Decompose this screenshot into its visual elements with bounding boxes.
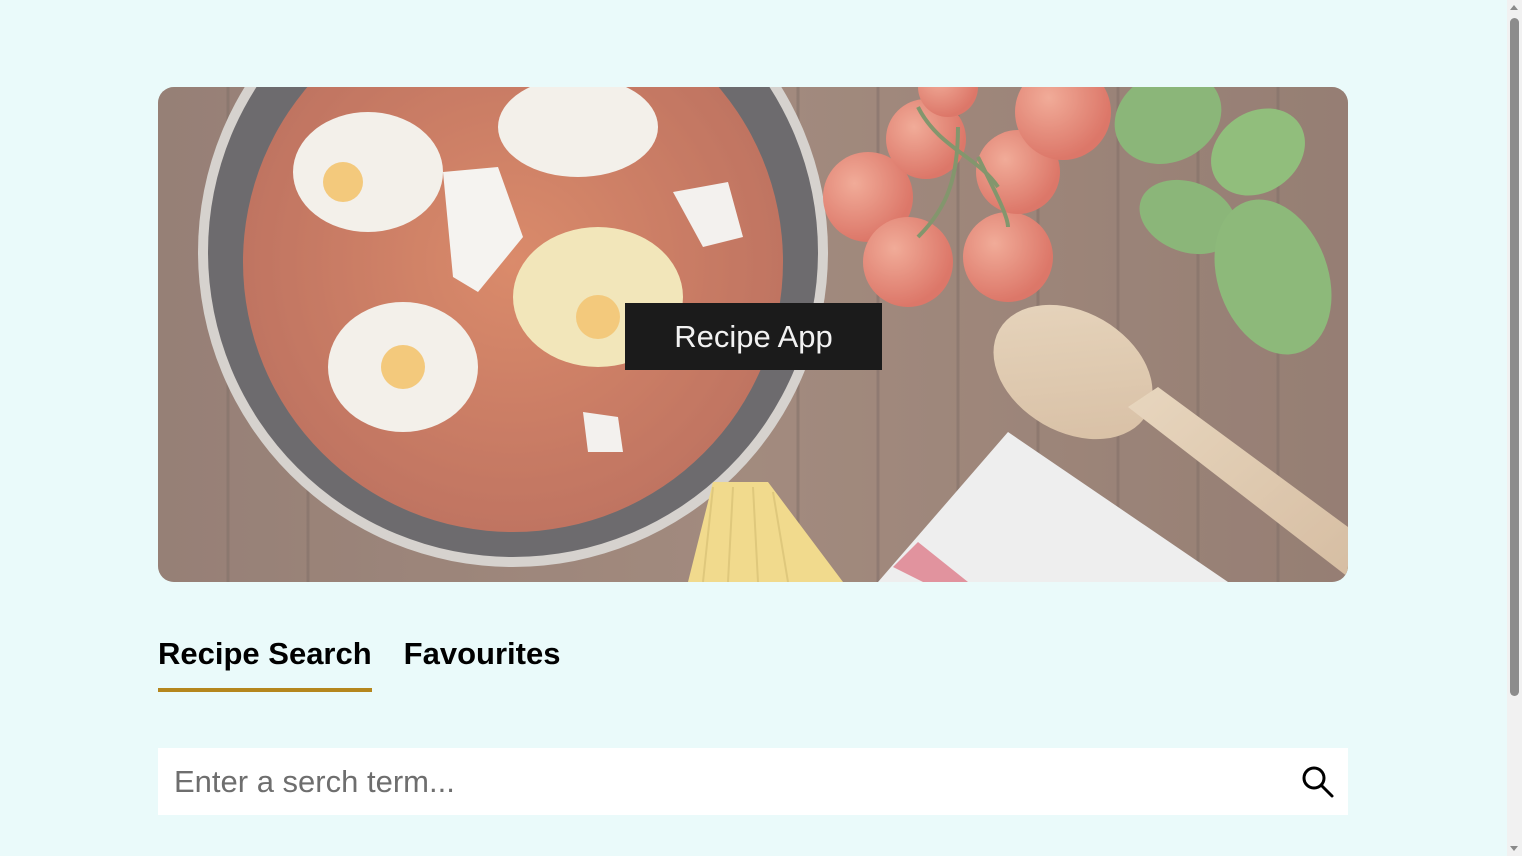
- scroll-down-icon[interactable]: [1510, 846, 1518, 851]
- search-bar: [158, 748, 1348, 815]
- scroll-thumb[interactable]: [1510, 18, 1519, 696]
- page: Recipe App Recipe Search Favourites: [0, 0, 1507, 856]
- tab-bar: Recipe Search Favourites: [158, 636, 560, 692]
- vertical-scrollbar[interactable]: [1507, 0, 1522, 856]
- app-title: Recipe App: [625, 303, 882, 370]
- hero-banner: Recipe App: [158, 87, 1348, 582]
- search-button[interactable]: [1296, 760, 1340, 804]
- tab-recipe-search[interactable]: Recipe Search: [158, 636, 372, 692]
- search-icon: [1302, 766, 1334, 798]
- search-input[interactable]: [158, 748, 1278, 815]
- scroll-up-icon[interactable]: [1510, 5, 1518, 10]
- tab-favourites[interactable]: Favourites: [404, 636, 561, 692]
